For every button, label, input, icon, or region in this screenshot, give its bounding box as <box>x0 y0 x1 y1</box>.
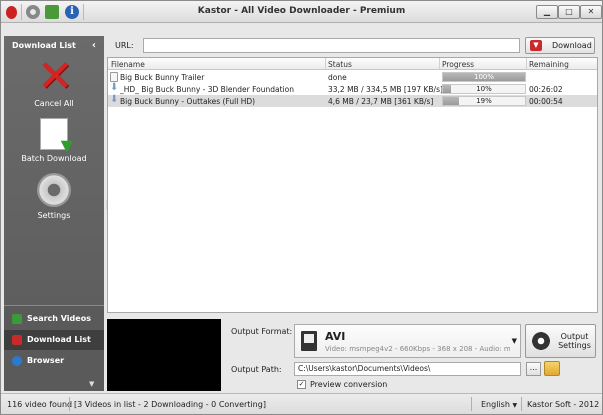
batch-download-label: Batch Download <box>21 154 87 163</box>
column-header-remaining[interactable]: Remaining <box>529 60 569 69</box>
output-path-label: Output Path: <box>231 365 282 374</box>
progress-label: 19% <box>476 97 492 105</box>
video-preview <box>107 319 221 391</box>
film-icon <box>301 331 317 351</box>
batch-download-icon <box>40 118 73 155</box>
dropdown-arrow-icon: ▼ <box>511 337 517 345</box>
cancel-all-button[interactable]: ✕ Cancel All <box>4 51 104 109</box>
sidebar-header-label: Download List <box>12 41 76 50</box>
cell-filename: _HD_ Big Buck Bunny - 3D Blender Foundat… <box>120 85 294 94</box>
output-path-input[interactable]: C:\Users\kastor\Documents\Videos\ <box>294 362 521 376</box>
status-separator <box>69 397 70 411</box>
table-header: Filename Status Progress Remaining <box>108 58 597 70</box>
output-settings-button[interactable]: Output Settings <box>525 324 596 358</box>
sidebar-nav: Search Videos Download List Browser ▼ <box>4 305 104 391</box>
nav-label: Download List <box>27 335 91 344</box>
status-separator <box>471 397 472 411</box>
status-summary: [3 Videos in list - 2 Downloading - 0 Co… <box>74 400 266 409</box>
sidebar: Download List ‹ ✕ Cancel All Batch Downl… <box>4 36 104 391</box>
url-label: URL: <box>115 41 134 50</box>
maximize-button[interactable]: □ <box>558 5 580 19</box>
progress-label: 100% <box>473 73 494 81</box>
download-button-label: Download <box>552 41 592 50</box>
column-divider[interactable] <box>439 58 440 70</box>
status-bar: 116 video found [3 Videos in list - 2 Do… <box>1 393 602 414</box>
open-folder-icon[interactable] <box>544 361 560 376</box>
cell-remaining: 00:00:54 <box>529 97 563 106</box>
title-bar: i Kastor - All Video Downloader - Premiu… <box>1 1 602 23</box>
cell-filename: Big Buck Bunny - Outtakes (Full HD) <box>120 97 256 106</box>
column-header-progress[interactable]: Progress <box>442 60 474 69</box>
cancel-all-label: Cancel All <box>34 99 74 108</box>
nav-download-list[interactable]: Download List <box>4 330 104 350</box>
file-done-icon <box>110 72 118 82</box>
browse-button[interactable]: ... <box>526 362 541 376</box>
column-header-filename[interactable]: Filename <box>111 60 145 69</box>
close-button[interactable]: ✕ <box>580 5 602 19</box>
table-row[interactable]: Big Buck Bunny Trailer done 100% <box>108 71 597 83</box>
nav-label: Browser <box>27 356 65 365</box>
progress-bar: 10% <box>442 84 526 94</box>
downloading-arrow-icon: ⬇ <box>110 94 119 105</box>
url-input[interactable] <box>143 38 520 53</box>
settings-button[interactable]: Settings <box>4 173 104 220</box>
gear-icon <box>531 331 551 351</box>
nav-label: Search Videos <box>27 314 91 323</box>
scroll-down-icon[interactable]: ▼ <box>89 380 94 388</box>
output-format-label: Output Format: <box>231 327 293 336</box>
language-dropdown-icon: ▼ <box>512 402 518 409</box>
nav-search-videos[interactable]: Search Videos <box>4 309 104 329</box>
output-format-select[interactable]: AVI Video: msmpeg4v2 - 660Kbps - 368 x 2… <box>294 324 521 358</box>
window-title: Kastor - All Video Downloader - Premium <box>197 6 406 16</box>
minimize-button[interactable]: ▁ <box>536 5 558 19</box>
progress-bar: 19% <box>442 96 526 106</box>
app-window: i Kastor - All Video Downloader - Premiu… <box>0 0 603 415</box>
table-row[interactable]: ⬇ _HD_ Big Buck Bunny - 3D Blender Found… <box>108 83 597 95</box>
download-table: Filename Status Progress Remaining Big B… <box>107 57 598 313</box>
download-arrow-icon: ▼ <box>530 40 542 51</box>
language-select[interactable]: English ▼ <box>481 400 517 409</box>
settings-label: Settings <box>37 211 71 220</box>
batch-download-button[interactable]: Batch Download <box>4 118 104 163</box>
downloading-arrow-icon: ⬇ <box>110 82 119 93</box>
collapse-chevron-icon[interactable]: ‹ <box>92 40 96 51</box>
table-row[interactable]: ⬇ Big Buck Bunny - Outtakes (Full HD) 4,… <box>108 95 597 107</box>
nav-browser[interactable]: Browser <box>4 351 104 371</box>
cell-status: 4,6 MB / 23,7 MB [361 KB/s] <box>328 97 434 106</box>
column-divider[interactable] <box>325 58 326 70</box>
preview-conversion-label: Preview conversion <box>310 380 388 389</box>
preview-conversion-checkbox[interactable]: ✓ <box>297 380 306 389</box>
cell-status: 33,2 MB / 334,5 MB [197 KB/s] <box>328 85 443 94</box>
cell-status: done <box>328 73 347 82</box>
search-videos-icon <box>12 314 22 324</box>
format-description: Video: msmpeg4v2 - 660Kbps - 368 x 208 -… <box>325 345 510 353</box>
language-label: English <box>481 400 510 409</box>
settings-gear-icon <box>37 173 71 207</box>
column-header-status[interactable]: Status <box>328 60 352 69</box>
download-button[interactable]: ▼ Download <box>525 37 595 54</box>
browser-globe-icon <box>12 356 22 366</box>
cell-filename: Big Buck Bunny Trailer <box>120 73 205 82</box>
progress-label: 10% <box>476 85 492 93</box>
status-video-count: 116 video found <box>7 400 73 409</box>
progress-bar: 100% <box>442 72 526 82</box>
cancel-x-icon: ✕ <box>37 51 74 102</box>
company-label: Kastor Soft - 2012 <box>527 400 600 409</box>
download-list-icon <box>12 335 22 345</box>
column-divider[interactable] <box>526 58 527 70</box>
status-separator <box>521 397 522 411</box>
cell-remaining: 00:26:02 <box>529 85 563 94</box>
output-settings-label: Output Settings <box>558 332 591 350</box>
format-name: AVI <box>325 330 346 343</box>
